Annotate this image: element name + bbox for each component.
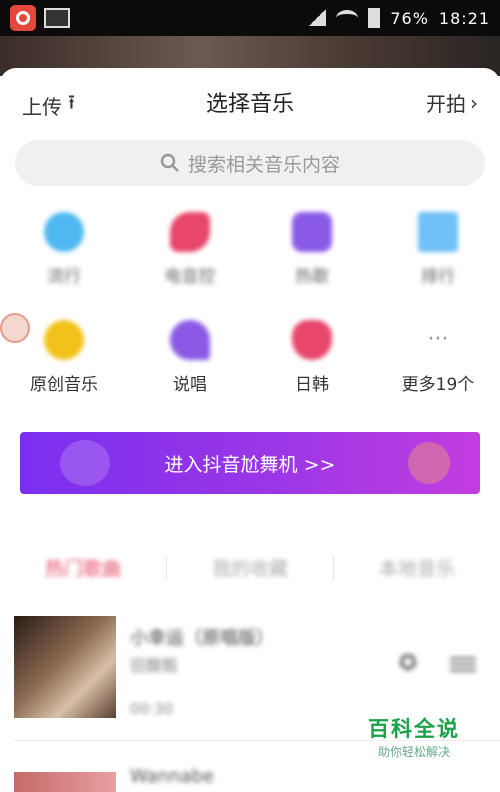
category-label: 更多19个: [401, 375, 475, 395]
category-label: 热歌: [295, 267, 329, 287]
banner-flower-decoration: [60, 440, 110, 486]
heart-icon: [292, 320, 332, 360]
dance-machine-banner[interactable]: 进入抖音尬舞机 >>: [20, 432, 480, 494]
page-title: 选择音乐: [205, 92, 294, 117]
music-picker-sheet: 上传 ⭱ 选择音乐 开拍 › 搜索相关音乐内容 流行 电音控 热歌 排行 原创音…: [0, 68, 500, 792]
watermark-subtitle: 助你轻松解决: [377, 745, 450, 759]
battery-percent: 76%: [390, 8, 429, 28]
microphone-icon: [170, 320, 210, 360]
search-input[interactable]: 搜索相关音乐内容: [15, 140, 485, 186]
disc-icon: [44, 212, 84, 252]
wifi-icon: [336, 10, 359, 26]
category-jk[interactable]: 日韩: [262, 320, 362, 395]
category-rap[interactable]: 说唱: [140, 320, 240, 395]
category-hot[interactable]: 热歌: [262, 212, 362, 287]
clock: 18:21: [438, 8, 490, 28]
watermark-title: 百科全说: [368, 717, 460, 741]
category-label: 日韩: [295, 375, 329, 395]
song-artist: 田馥甄: [130, 656, 179, 675]
robot-icon: [292, 212, 332, 252]
chevron-right-icon: ›: [470, 90, 478, 115]
more-icon: ···: [427, 327, 449, 352]
grid-icon: [418, 212, 458, 252]
category-label: 说唱: [173, 375, 207, 395]
battery-icon: [368, 8, 381, 28]
favorite-star-icon[interactable]: ✪: [396, 652, 420, 676]
banner-label: 进入抖音尬舞机 >>: [164, 453, 336, 476]
category-label: 流行: [47, 267, 81, 287]
category-electronic[interactable]: 电音控: [140, 212, 240, 287]
music-tabs: 热门歌曲 我的收藏 本地音乐: [0, 546, 500, 586]
album-cover: [14, 616, 116, 718]
song-duration: 00:30: [130, 700, 174, 718]
watermark: 百科全说 助你轻松解决: [368, 713, 460, 760]
menu-icon[interactable]: [450, 654, 476, 674]
category-label: 排行: [421, 267, 455, 287]
status-bar: 76% 18:21: [0, 0, 500, 36]
header: 上传 ⭱ 选择音乐 开拍 ›: [0, 68, 500, 132]
tab-hot-songs[interactable]: 热门歌曲: [0, 554, 166, 581]
category-label: 原创音乐: [30, 375, 98, 395]
album-cover: [14, 772, 116, 792]
search-icon: [160, 153, 179, 172]
start-label: 开拍: [426, 92, 466, 116]
category-label: 电音控: [164, 267, 216, 287]
song-title: 小幸运（原唱版）: [130, 628, 274, 649]
tab-local-music[interactable]: 本地音乐: [334, 554, 500, 581]
search-placeholder: 搜索相关音乐内容: [187, 153, 340, 176]
tab-favorites[interactable]: 我的收藏: [167, 554, 333, 581]
category-pop[interactable]: 流行: [14, 212, 114, 287]
image-notification-icon: [44, 8, 70, 28]
signal-icon: [308, 10, 327, 26]
category-original[interactable]: 原创音乐: [14, 320, 114, 395]
music-note-icon: [44, 320, 84, 360]
guitar-icon: [170, 212, 210, 252]
category-chart[interactable]: 排行: [388, 212, 488, 287]
start-shooting-button[interactable]: 开拍 ›: [426, 88, 478, 117]
song-title: Wannabe: [130, 766, 215, 787]
category-more[interactable]: ··· 更多19个: [388, 320, 488, 395]
banner-planet-decoration: [408, 442, 450, 484]
app-notification-icon: [10, 5, 36, 31]
